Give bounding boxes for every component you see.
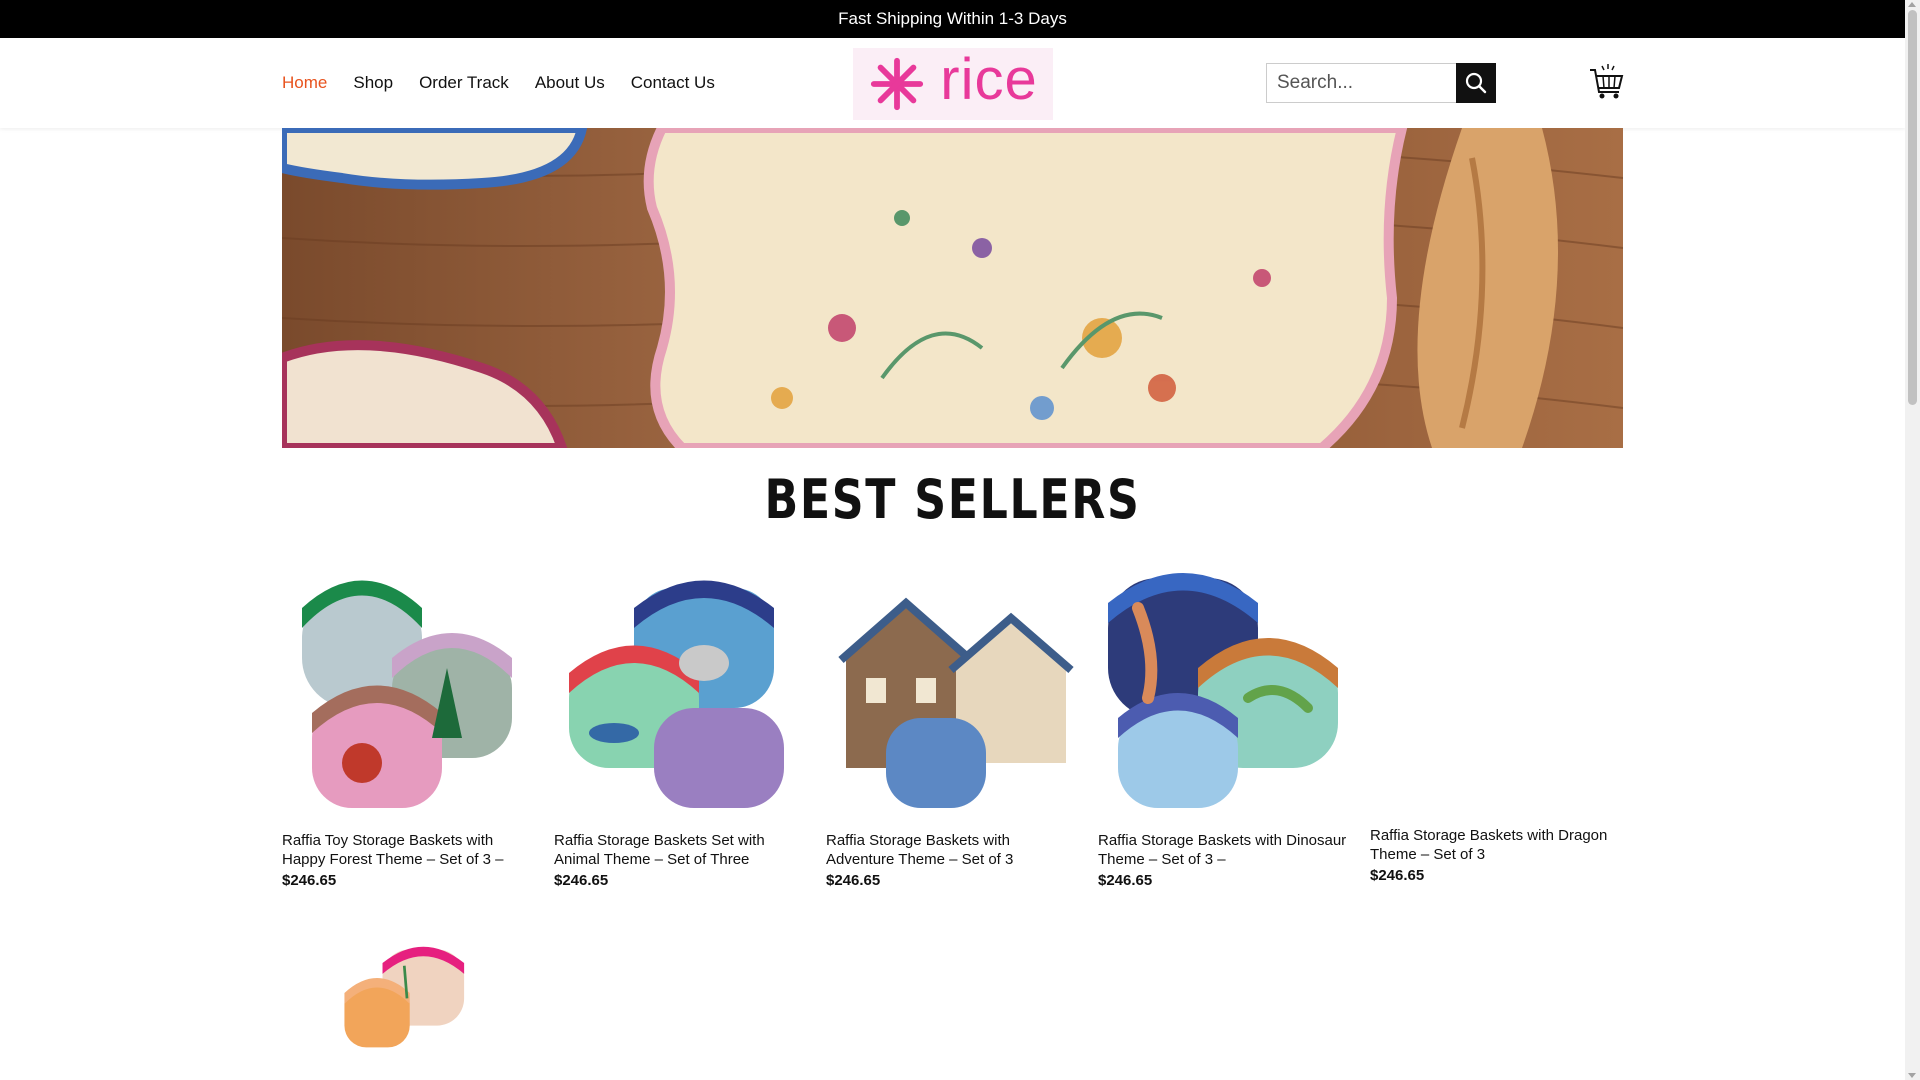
search-form bbox=[1266, 63, 1496, 103]
nav-about-us[interactable]: About Us bbox=[535, 73, 605, 93]
main-navigation: Home Shop Order Track About Us Contact U… bbox=[282, 38, 715, 128]
product-title[interactable]: Raffia Storage Baskets Set with Animal T… bbox=[554, 831, 804, 869]
product-image bbox=[569, 580, 784, 808]
nav-home[interactable]: Home bbox=[282, 73, 327, 93]
product-image-placeholder bbox=[1370, 568, 1620, 818]
cart-icon bbox=[1590, 64, 1624, 99]
product-title[interactable]: Raffia Storage Baskets with Dragon Theme… bbox=[1370, 826, 1620, 864]
scroll-up-icon[interactable] bbox=[1908, 2, 1916, 7]
product-price: $246.65 bbox=[1098, 872, 1153, 889]
product-card[interactable]: Raffia Storage Baskets with Adventure Th… bbox=[826, 568, 1076, 889]
hero-banner-image bbox=[282, 128, 1623, 448]
product-card[interactable]: Raffia Storage Baskets Set with Animal T… bbox=[554, 568, 804, 889]
search-input[interactable] bbox=[1266, 63, 1456, 103]
search-button[interactable] bbox=[1456, 63, 1496, 103]
nav-contact-us[interactable]: Contact Us bbox=[631, 73, 715, 93]
site-logo[interactable]: rice bbox=[853, 48, 1053, 120]
product-image bbox=[838, 597, 1074, 808]
cart-button[interactable] bbox=[1588, 62, 1624, 100]
page-scrollbar[interactable] bbox=[1905, 0, 1920, 1080]
scrollbar-thumb[interactable] bbox=[1908, 10, 1917, 405]
asterisk-star-icon bbox=[871, 57, 924, 111]
product-card[interactable]: Raffia Toy Storage Baskets with Happy Fo… bbox=[282, 568, 532, 889]
nav-order-track[interactable]: Order Track bbox=[419, 73, 509, 93]
scroll-down-icon[interactable] bbox=[1908, 1073, 1916, 1078]
product-price: $246.65 bbox=[826, 872, 881, 889]
product-card[interactable]: Raffia Storage Baskets with Dragon Theme… bbox=[1370, 568, 1620, 884]
product-card[interactable]: Raffia Storage Baskets with Dinosaur The… bbox=[1098, 568, 1348, 889]
product-image bbox=[1108, 573, 1338, 808]
product-price: $246.65 bbox=[1370, 867, 1425, 884]
product-image bbox=[302, 580, 512, 808]
product-image bbox=[344, 946, 465, 1048]
shipping-announcement-text: Fast Shipping Within 1-3 Days bbox=[838, 9, 1067, 28]
shipping-announcement-bar: Fast Shipping Within 1-3 Days bbox=[0, 0, 1905, 38]
search-icon bbox=[1465, 72, 1487, 94]
product-title[interactable]: Raffia Toy Storage Baskets with Happy Fo… bbox=[282, 831, 532, 869]
product-price: $246.65 bbox=[282, 872, 337, 889]
logo-wordmark: rice bbox=[940, 47, 1038, 112]
product-title[interactable]: Raffia Storage Baskets with Dinosaur The… bbox=[1098, 831, 1348, 869]
product-price: $246.65 bbox=[554, 872, 609, 889]
nav-shop[interactable]: Shop bbox=[353, 73, 393, 93]
product-title[interactable]: Raffia Storage Baskets with Adventure Th… bbox=[826, 831, 1076, 869]
best-sellers-heading: BEST SELLERS bbox=[764, 468, 1141, 531]
site-header: Home Shop Order Track About Us Contact U… bbox=[0, 38, 1905, 128]
product-card[interactable] bbox=[282, 944, 532, 1080]
